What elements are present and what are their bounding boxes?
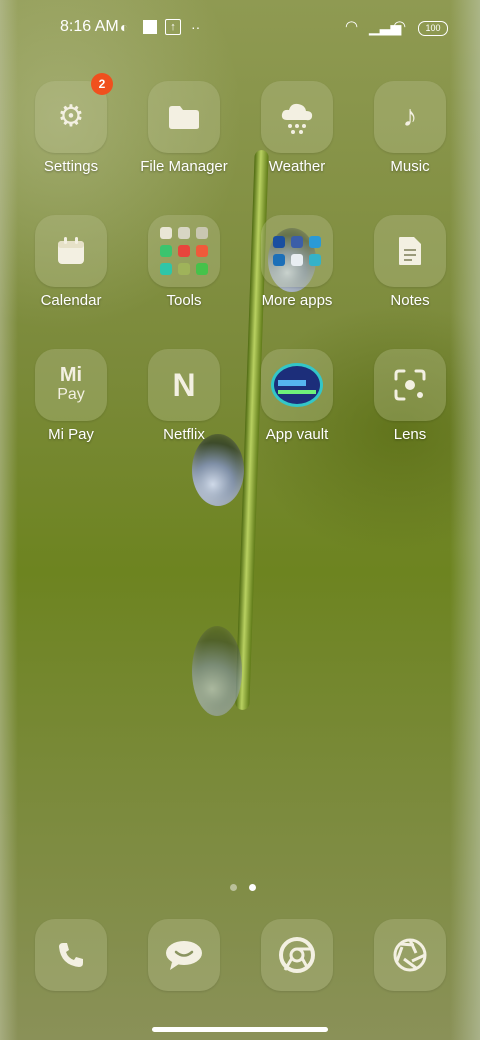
app-calendar[interactable]: Calendar <box>15 215 127 309</box>
phone-icon <box>59 943 83 967</box>
lens-icon <box>394 369 426 401</box>
netflix-icon: N <box>172 367 196 403</box>
app-label: Music <box>390 158 430 175</box>
app-phone[interactable] <box>15 919 127 991</box>
more-dots-icon: ·· <box>191 19 201 35</box>
app-label: Settings <box>43 158 99 175</box>
status-bar: 8:16 AM ◐ ↑ ·· ◠ ▁▃▅ ◠ 100 <box>0 0 480 56</box>
water-drop <box>192 434 244 506</box>
app-lens[interactable]: Lens <box>354 349 466 443</box>
app-vault-icon <box>274 366 320 404</box>
folder-tools[interactable]: Tools <box>128 215 240 309</box>
upload-icon: ↑ <box>165 19 181 35</box>
note-icon <box>399 237 421 265</box>
app-file-manager[interactable]: File Manager <box>128 81 240 175</box>
clock: 8:16 AM <box>60 18 119 35</box>
notification-badge: 2 <box>91 73 113 95</box>
app-notes[interactable]: Notes <box>354 215 466 309</box>
app-label: Tools <box>166 292 202 309</box>
app-camera[interactable] <box>354 919 466 991</box>
app-netflix[interactable]: N Netflix <box>128 349 240 443</box>
hotspot-icon: ◠ <box>345 18 359 35</box>
folder-icon <box>169 106 199 129</box>
app-label: Weather <box>268 158 326 175</box>
app-messaging[interactable] <box>128 919 240 991</box>
app-label: More apps <box>261 292 333 309</box>
app-app-vault[interactable]: App vault <box>241 349 353 443</box>
app-label: Lens <box>393 426 427 443</box>
app-label: Mi Pay <box>48 426 94 443</box>
battery-icon: 100 <box>418 21 448 36</box>
cloud-snow-icon <box>281 103 313 134</box>
water-drop <box>192 626 242 716</box>
app-label: App vault <box>265 426 329 443</box>
home-gesture-bar[interactable] <box>152 1027 328 1032</box>
calendar-icon <box>58 237 84 264</box>
music-note-icon: ♪ <box>402 100 418 133</box>
chrome-icon <box>279 937 315 973</box>
folder-more-apps[interactable]: More apps <box>241 215 353 309</box>
mi-pay-icon: Mi Pay <box>57 364 85 403</box>
folder-tools-icon <box>160 227 208 275</box>
page-indicator[interactable] <box>226 878 260 896</box>
gear-icon: ⚙ <box>57 100 85 133</box>
wifi-icon: ◠ <box>393 18 407 35</box>
app-chrome[interactable] <box>241 919 353 991</box>
camera-icon <box>393 938 427 972</box>
app-settings[interactable]: ⚙ 2 Settings <box>15 73 127 175</box>
app-music[interactable]: ♪ Music <box>354 81 466 175</box>
app-label: Calendar <box>40 292 102 309</box>
app-mi-pay[interactable]: Mi Pay Mi Pay <box>15 349 127 443</box>
data-saver-icon: ◐ <box>120 19 129 35</box>
page-dot[interactable] <box>230 884 237 891</box>
square-icon <box>143 20 157 34</box>
app-label: Netflix <box>163 426 205 443</box>
app-label: Notes <box>390 292 430 309</box>
folder-more-apps-icon <box>273 236 321 266</box>
app-weather[interactable]: Weather <box>241 81 353 175</box>
page-dot-active[interactable] <box>249 884 257 891</box>
app-label: File Manager <box>140 158 228 175</box>
messaging-icon <box>166 941 202 970</box>
